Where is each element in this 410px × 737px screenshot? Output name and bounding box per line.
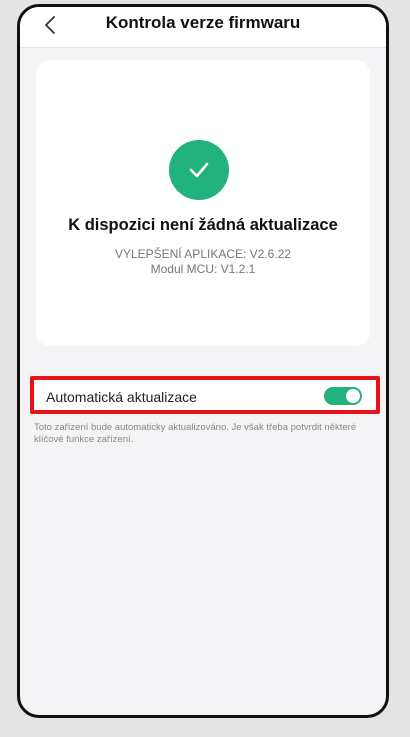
firmware-status-card: K dispozici není žádná aktualizace VYLEP… <box>36 60 370 346</box>
app-version-text: VYLEPŠENÍ APLIKACE: V2.6.22 <box>114 247 292 261</box>
auto-update-toggle[interactable] <box>324 387 362 405</box>
phone-frame: Kontrola verze firmwaru K dispozici není… <box>17 4 389 718</box>
back-button[interactable] <box>32 7 68 43</box>
status-title: K dispozici není žádná aktualizace <box>68 216 338 234</box>
mcu-version-text: Modul MCU: V1.2.1 <box>150 262 256 276</box>
toggle-knob <box>346 389 360 403</box>
auto-update-label: Automatická aktualizace <box>46 389 197 405</box>
auto-update-row[interactable]: Automatická aktualizace <box>30 376 380 414</box>
chevron-left-icon <box>45 16 55 34</box>
top-bar: Kontrola verze firmwaru <box>20 7 386 48</box>
auto-update-note: Toto zařízení bude automaticky aktualizo… <box>34 422 357 445</box>
success-badge <box>169 140 229 200</box>
check-icon <box>189 162 209 178</box>
page-title: Kontrola verze firmwaru <box>105 13 301 32</box>
